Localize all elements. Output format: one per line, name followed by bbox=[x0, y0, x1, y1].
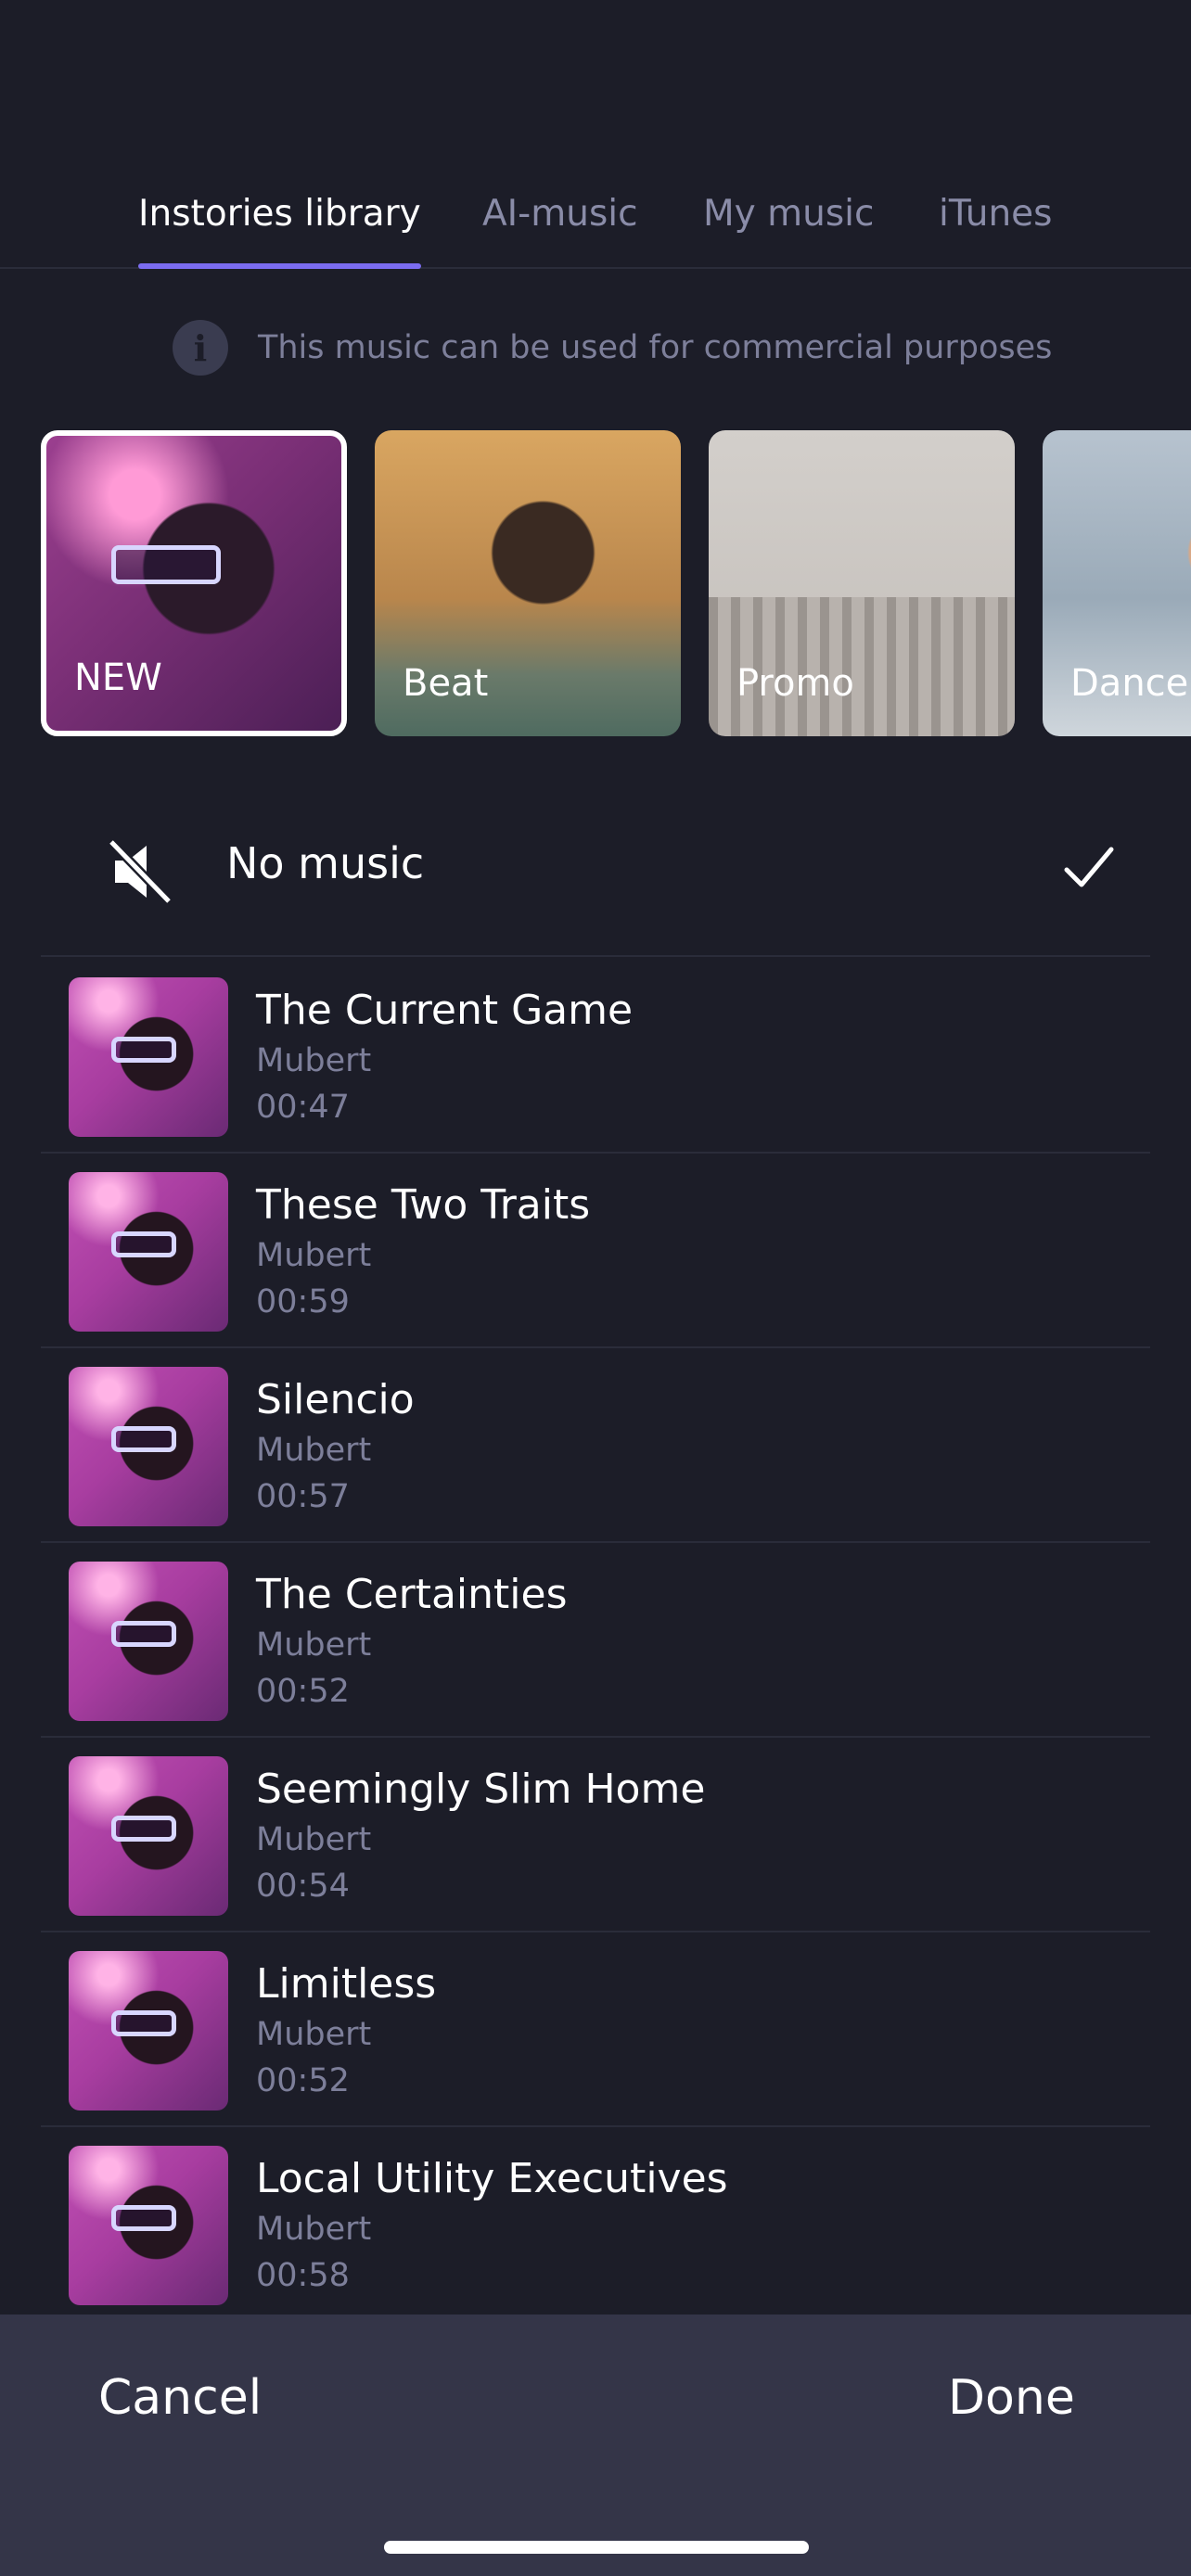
tab-instories-library[interactable]: Instories library bbox=[138, 193, 421, 269]
track-item[interactable]: These Two Traits Mubert 00:59 bbox=[41, 1154, 1150, 1348]
track-duration: 00:59 bbox=[256, 1283, 350, 1320]
track-item[interactable]: Local Utility Executives Mubert 00:58 bbox=[41, 2127, 1150, 2322]
track-item[interactable]: The Current Game Mubert 00:47 bbox=[41, 959, 1150, 1154]
category-label: Beat bbox=[403, 662, 489, 705]
track-title: The Current Game bbox=[256, 987, 634, 1034]
no-music-option[interactable]: No music bbox=[41, 797, 1150, 957]
bottom-action-bar: Cancel Done bbox=[0, 2315, 1191, 2576]
track-artwork bbox=[69, 1756, 228, 1916]
track-artwork bbox=[69, 977, 228, 1137]
track-artist: Mubert bbox=[256, 1821, 372, 1858]
track-title: Limitless bbox=[256, 1960, 437, 2008]
done-button[interactable]: Done bbox=[948, 2370, 1075, 2426]
track-title: These Two Traits bbox=[256, 1181, 591, 1229]
music-picker-screen: Instories library AI-music My music iTun… bbox=[0, 0, 1191, 2576]
track-title: Silencio bbox=[256, 1376, 415, 1423]
tab-my-music[interactable]: My music bbox=[703, 193, 874, 269]
home-indicator bbox=[384, 2541, 809, 2554]
track-title: Local Utility Executives bbox=[256, 2155, 728, 2202]
track-artwork bbox=[69, 1562, 228, 1721]
sunglasses-graphic bbox=[111, 545, 221, 584]
sunglasses-graphic bbox=[111, 1037, 176, 1063]
track-item[interactable]: Seemingly Slim Home Mubert 00:54 bbox=[41, 1738, 1150, 1932]
track-duration: 00:47 bbox=[256, 1089, 350, 1126]
track-artwork bbox=[69, 2146, 228, 2305]
track-artist: Mubert bbox=[256, 1626, 372, 1664]
track-duration: 00:52 bbox=[256, 1673, 350, 1710]
sunglasses-graphic bbox=[111, 1426, 176, 1452]
sunglasses-graphic bbox=[111, 2205, 176, 2231]
track-duration: 00:54 bbox=[256, 1868, 350, 1905]
track-artist: Mubert bbox=[256, 1432, 372, 1469]
track-artist: Mubert bbox=[256, 2211, 372, 2248]
no-music-label: No music bbox=[226, 838, 425, 888]
track-duration: 00:57 bbox=[256, 1478, 350, 1515]
tab-ai-music[interactable]: AI-music bbox=[482, 193, 638, 269]
category-label: Promo bbox=[736, 662, 854, 705]
category-carousel[interactable]: NEW Beat Promo Dance bbox=[41, 430, 1191, 738]
notice-text: This music can be used for commercial pu… bbox=[258, 329, 1053, 366]
track-artwork bbox=[69, 1951, 228, 2111]
track-duration: 00:52 bbox=[256, 2062, 350, 2099]
tab-bar: Instories library AI-music My music iTun… bbox=[0, 176, 1191, 269]
commercial-use-notice: i This music can be used for commercial … bbox=[173, 320, 1052, 376]
category-card-dance[interactable]: Dance bbox=[1043, 430, 1191, 736]
info-icon: i bbox=[173, 320, 228, 376]
checkmark-icon bbox=[1064, 847, 1114, 887]
cancel-button[interactable]: Cancel bbox=[98, 2370, 262, 2426]
tab-itunes[interactable]: iTunes bbox=[939, 193, 1052, 269]
track-title: Seemingly Slim Home bbox=[256, 1766, 706, 1813]
category-label: Dance bbox=[1070, 662, 1189, 705]
category-card-promo[interactable]: Promo bbox=[709, 430, 1015, 736]
mute-icon bbox=[108, 838, 173, 905]
track-item[interactable]: Silencio Mubert 00:57 bbox=[41, 1348, 1150, 1543]
track-item[interactable]: The Certainties Mubert 00:52 bbox=[41, 1543, 1150, 1738]
track-artist: Mubert bbox=[256, 1042, 372, 1079]
track-title: The Certainties bbox=[256, 1571, 568, 1618]
track-duration: 00:58 bbox=[256, 2257, 350, 2294]
category-card-beat[interactable]: Beat bbox=[375, 430, 681, 736]
sunglasses-graphic bbox=[111, 1816, 176, 1842]
track-artist: Mubert bbox=[256, 1237, 372, 1274]
sunglasses-graphic bbox=[111, 1621, 176, 1647]
track-item[interactable]: Limitless Mubert 00:52 bbox=[41, 1932, 1150, 2127]
track-list: The Current Game Mubert 00:47 These Two … bbox=[41, 959, 1150, 2322]
track-artist: Mubert bbox=[256, 2016, 372, 2053]
category-label: NEW bbox=[74, 657, 162, 699]
sunglasses-graphic bbox=[111, 1231, 176, 1257]
category-card-new[interactable]: NEW bbox=[41, 430, 347, 736]
sunglasses-graphic bbox=[111, 2010, 176, 2036]
track-artwork bbox=[69, 1367, 228, 1526]
track-artwork bbox=[69, 1172, 228, 1332]
